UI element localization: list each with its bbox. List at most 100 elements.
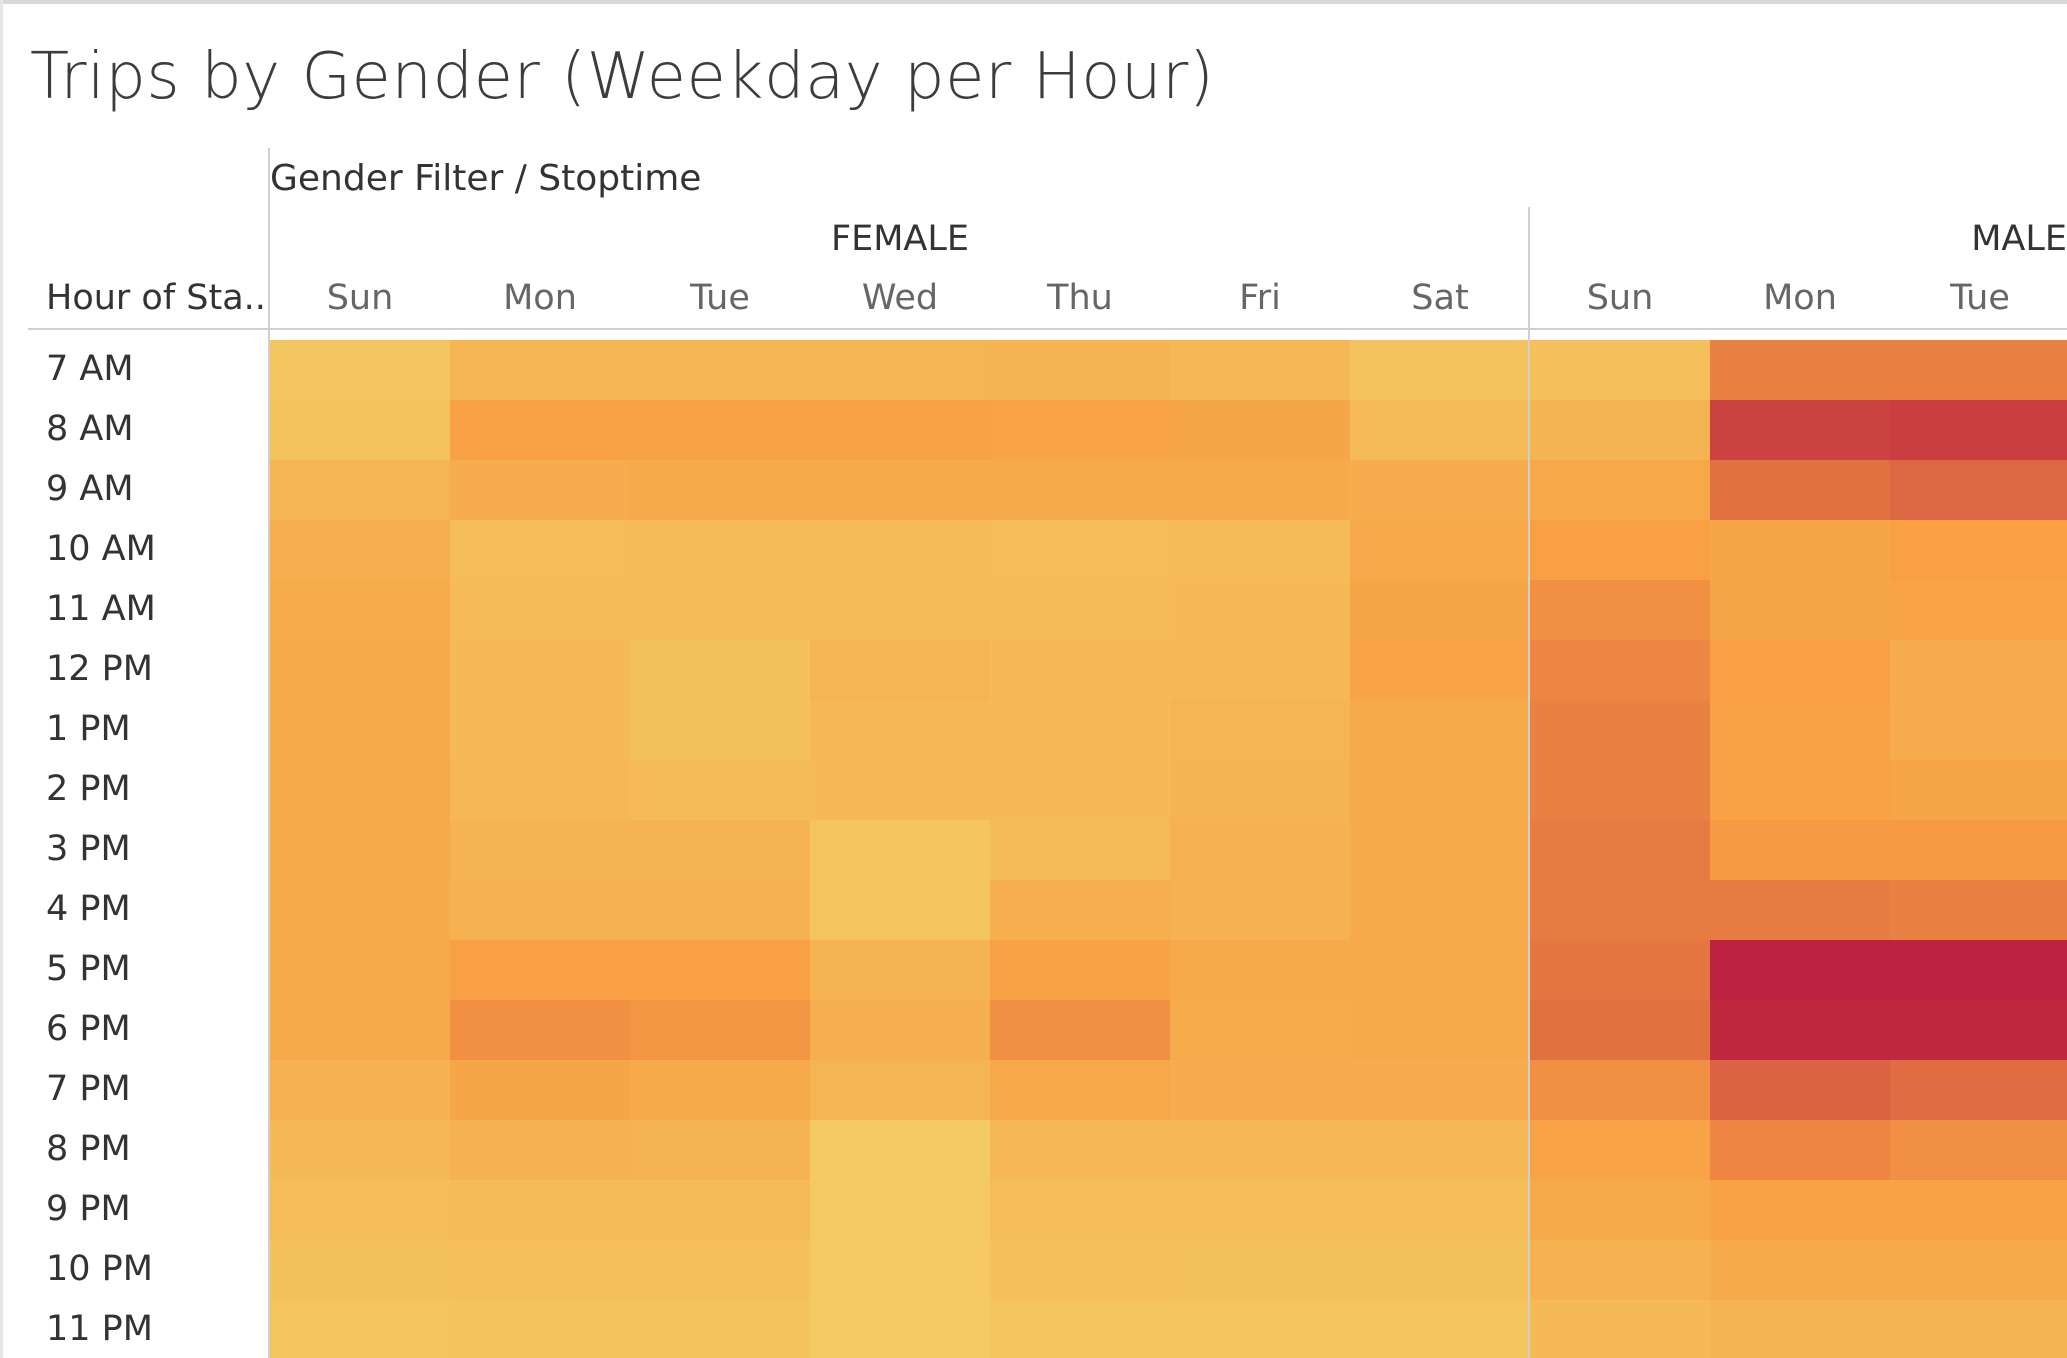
heatmap-cell-female-sun-7am[interactable] — [270, 340, 450, 400]
heatmap-cell-male-mon-7am[interactable] — [1710, 340, 1890, 400]
heatmap-cell-female-tue-6pm[interactable] — [630, 1000, 810, 1060]
heatmap-cell-female-fri-8am[interactable] — [1170, 400, 1350, 460]
heatmap-cell-male-tue-9am[interactable] — [1890, 460, 2067, 520]
heatmap-cell-female-sat-10pm[interactable] — [1350, 1240, 1530, 1300]
heatmap-cell-female-fri-11am[interactable] — [1170, 580, 1350, 640]
heatmap-cell-female-sun-8pm[interactable] — [270, 1120, 450, 1180]
heatmap-cell-female-sun-5pm[interactable] — [270, 940, 450, 1000]
heatmap-cell-female-sat-2pm[interactable] — [1350, 760, 1530, 820]
heatmap-cell-male-mon-8pm[interactable] — [1710, 1120, 1890, 1180]
heatmap-cell-female-thu-9am[interactable] — [990, 460, 1170, 520]
heatmap-cell-female-thu-11pm[interactable] — [990, 1300, 1170, 1358]
heatmap-cell-female-fri-10am[interactable] — [1170, 520, 1350, 580]
heatmap-cell-male-mon-1pm[interactable] — [1710, 700, 1890, 760]
heatmap-cell-female-tue-8pm[interactable] — [630, 1120, 810, 1180]
heatmap-cell-male-sun-11pm[interactable] — [1530, 1300, 1710, 1358]
heatmap-cell-female-fri-8pm[interactable] — [1170, 1120, 1350, 1180]
heatmap-cell-female-thu-11am[interactable] — [990, 580, 1170, 640]
heatmap-cell-female-mon-8pm[interactable] — [450, 1120, 630, 1180]
heatmap-cell-female-tue-5pm[interactable] — [630, 940, 810, 1000]
heatmap-cell-male-mon-6pm[interactable] — [1710, 1000, 1890, 1060]
heatmap-cell-female-tue-9am[interactable] — [630, 460, 810, 520]
heatmap-cell-female-thu-10am[interactable] — [990, 520, 1170, 580]
heatmap-cell-female-thu-4pm[interactable] — [990, 880, 1170, 940]
heatmap-cell-female-fri-9pm[interactable] — [1170, 1180, 1350, 1240]
heatmap-cell-male-tue-10am[interactable] — [1890, 520, 2067, 580]
heatmap-cell-female-sun-3pm[interactable] — [270, 820, 450, 880]
heatmap-cell-female-wed-7am[interactable] — [810, 340, 990, 400]
heatmap-cell-female-tue-8am[interactable] — [630, 400, 810, 460]
heatmap-cell-female-tue-4pm[interactable] — [630, 880, 810, 940]
heatmap-cell-female-sun-6pm[interactable] — [270, 1000, 450, 1060]
heatmap-cell-female-wed-3pm[interactable] — [810, 820, 990, 880]
heatmap-cell-female-fri-1pm[interactable] — [1170, 700, 1350, 760]
heatmap-cell-female-wed-12pm[interactable] — [810, 640, 990, 700]
heatmap-cell-female-wed-1pm[interactable] — [810, 700, 990, 760]
heatmap-cell-female-fri-11pm[interactable] — [1170, 1300, 1350, 1358]
heatmap-cell-female-mon-6pm[interactable] — [450, 1000, 630, 1060]
heatmap-cell-female-thu-3pm[interactable] — [990, 820, 1170, 880]
heatmap-cell-female-tue-9pm[interactable] — [630, 1180, 810, 1240]
heatmap-cell-female-sun-1pm[interactable] — [270, 700, 450, 760]
heatmap-cell-female-mon-11pm[interactable] — [450, 1300, 630, 1358]
heatmap-cell-male-sun-6pm[interactable] — [1530, 1000, 1710, 1060]
heatmap-cell-female-mon-3pm[interactable] — [450, 820, 630, 880]
heatmap-cell-female-sun-8am[interactable] — [270, 400, 450, 460]
heatmap-cell-female-wed-4pm[interactable] — [810, 880, 990, 940]
heatmap-cell-female-wed-11pm[interactable] — [810, 1300, 990, 1358]
heatmap-cell-female-sun-7pm[interactable] — [270, 1060, 450, 1120]
heatmap-cell-female-fri-2pm[interactable] — [1170, 760, 1350, 820]
heatmap-cell-male-mon-2pm[interactable] — [1710, 760, 1890, 820]
heatmap-cell-male-sun-12pm[interactable] — [1530, 640, 1710, 700]
heatmap-cell-male-sun-2pm[interactable] — [1530, 760, 1710, 820]
heatmap-cell-female-mon-7am[interactable] — [450, 340, 630, 400]
heatmap-cell-female-tue-11am[interactable] — [630, 580, 810, 640]
heatmap-cell-female-sat-10am[interactable] — [1350, 520, 1530, 580]
heatmap-cell-male-mon-12pm[interactable] — [1710, 640, 1890, 700]
heatmap-cell-female-mon-9am[interactable] — [450, 460, 630, 520]
heatmap-cell-female-sun-9am[interactable] — [270, 460, 450, 520]
heatmap-cell-male-tue-1pm[interactable] — [1890, 700, 2067, 760]
heatmap-cell-female-sun-11am[interactable] — [270, 580, 450, 640]
heatmap-cell-female-wed-2pm[interactable] — [810, 760, 990, 820]
heatmap-cell-male-mon-3pm[interactable] — [1710, 820, 1890, 880]
heatmap-cell-male-sun-7pm[interactable] — [1530, 1060, 1710, 1120]
heatmap-cell-female-thu-10pm[interactable] — [990, 1240, 1170, 1300]
heatmap-cell-male-sun-3pm[interactable] — [1530, 820, 1710, 880]
heatmap-cell-male-mon-10pm[interactable] — [1710, 1240, 1890, 1300]
heatmap-cell-female-sat-11pm[interactable] — [1350, 1300, 1530, 1358]
heatmap-cell-female-thu-8am[interactable] — [990, 400, 1170, 460]
heatmap-cell-male-mon-4pm[interactable] — [1710, 880, 1890, 940]
heatmap-cell-female-sun-2pm[interactable] — [270, 760, 450, 820]
heatmap-cell-female-tue-10am[interactable] — [630, 520, 810, 580]
heatmap-cell-female-thu-2pm[interactable] — [990, 760, 1170, 820]
heatmap-cell-female-wed-10pm[interactable] — [810, 1240, 990, 1300]
heatmap-cell-male-sun-5pm[interactable] — [1530, 940, 1710, 1000]
heatmap-cell-female-thu-7am[interactable] — [990, 340, 1170, 400]
heatmap-cell-female-sat-3pm[interactable] — [1350, 820, 1530, 880]
heatmap-cell-female-mon-8am[interactable] — [450, 400, 630, 460]
heatmap-cell-male-sun-8pm[interactable] — [1530, 1120, 1710, 1180]
heatmap-cell-female-wed-9pm[interactable] — [810, 1180, 990, 1240]
heatmap-cell-male-mon-11am[interactable] — [1710, 580, 1890, 640]
heatmap-cell-female-sat-8am[interactable] — [1350, 400, 1530, 460]
heatmap-cell-female-thu-12pm[interactable] — [990, 640, 1170, 700]
heatmap-cell-female-sun-12pm[interactable] — [270, 640, 450, 700]
heatmap-cell-female-fri-12pm[interactable] — [1170, 640, 1350, 700]
heatmap-cell-male-sun-8am[interactable] — [1530, 400, 1710, 460]
heatmap-cell-male-sun-11am[interactable] — [1530, 580, 1710, 640]
heatmap-cell-female-fri-3pm[interactable] — [1170, 820, 1350, 880]
heatmap-cell-male-sun-7am[interactable] — [1530, 340, 1710, 400]
heatmap-cell-male-tue-6pm[interactable] — [1890, 1000, 2067, 1060]
heatmap-cell-male-mon-7pm[interactable] — [1710, 1060, 1890, 1120]
heatmap-cell-male-tue-5pm[interactable] — [1890, 940, 2067, 1000]
heatmap-cell-female-thu-1pm[interactable] — [990, 700, 1170, 760]
heatmap-cell-male-tue-11pm[interactable] — [1890, 1300, 2067, 1358]
heatmap-cell-female-sun-10pm[interactable] — [270, 1240, 450, 1300]
heatmap-cell-male-tue-4pm[interactable] — [1890, 880, 2067, 940]
heatmap-cell-male-sun-10pm[interactable] — [1530, 1240, 1710, 1300]
heatmap-cell-male-tue-8am[interactable] — [1890, 400, 2067, 460]
heatmap-cell-male-tue-10pm[interactable] — [1890, 1240, 2067, 1300]
heatmap-cell-female-sat-9am[interactable] — [1350, 460, 1530, 520]
heatmap-cell-female-sat-4pm[interactable] — [1350, 880, 1530, 940]
